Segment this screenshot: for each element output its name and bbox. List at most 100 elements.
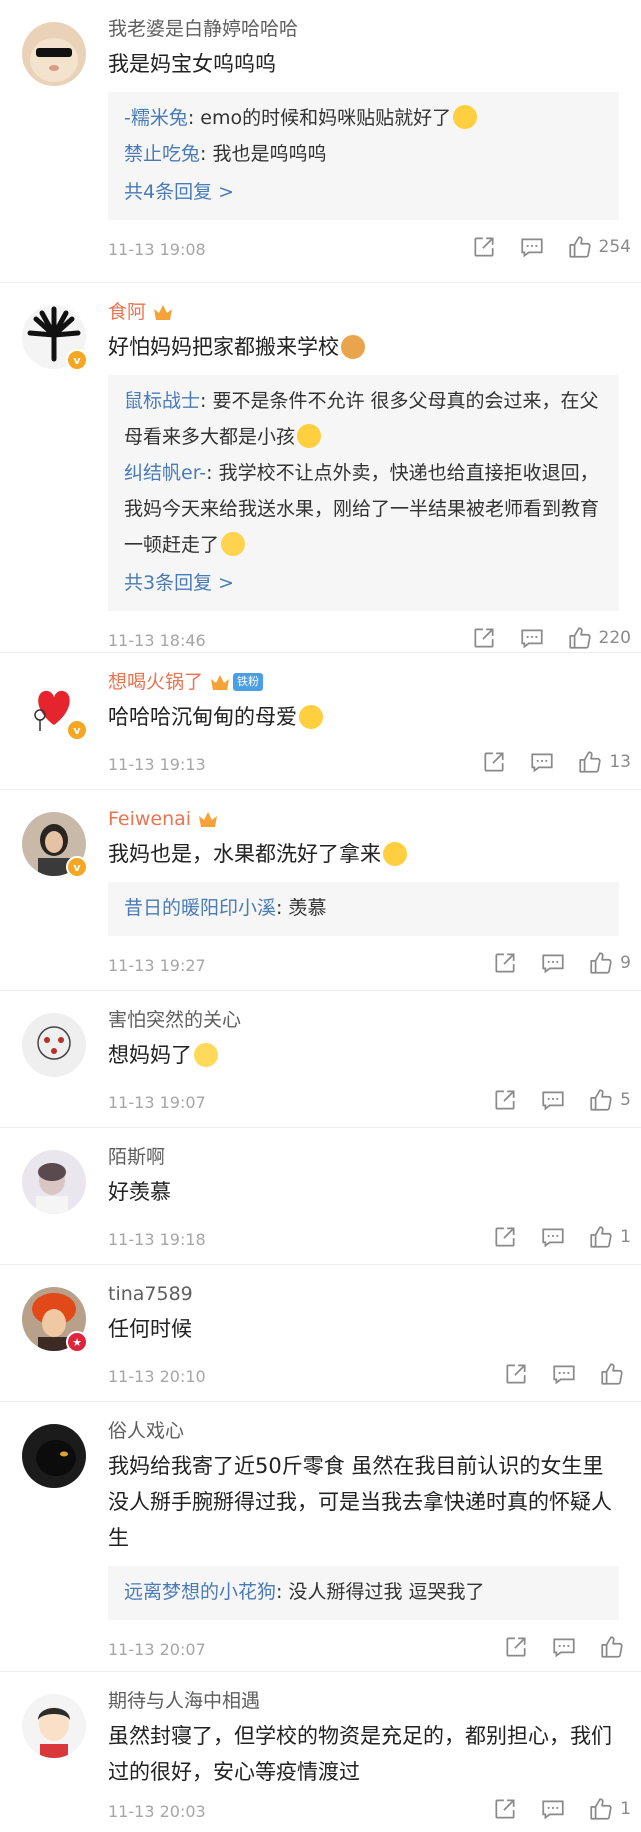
reply-username[interactable]: 鼠标战士 [124, 390, 200, 412]
reply-box[interactable]: 远离梦想的小花狗: 没人掰得过我 逗哭我了 [108, 1566, 619, 1620]
doge-emoji-icon [341, 335, 365, 359]
avatar[interactable] [22, 1013, 86, 1077]
share-button[interactable] [481, 749, 507, 775]
reply-button[interactable] [529, 749, 555, 775]
thumbs-up-icon [590, 952, 612, 974]
share-button[interactable] [503, 1361, 529, 1387]
like-button[interactable]: 1 [588, 1224, 631, 1250]
reply-button[interactable] [551, 1361, 577, 1387]
verified-badge-icon: v [66, 719, 88, 741]
timestamp: 11-13 18:46 [108, 631, 206, 650]
reply-text: : 没人掰得过我 逗哭我了 [276, 1581, 485, 1603]
thumbs-up-icon [601, 1636, 623, 1658]
avatar[interactable] [22, 1150, 86, 1214]
avatar-drawing-image [22, 1013, 86, 1077]
reply-button[interactable] [551, 1634, 577, 1660]
comment-text: 好羡慕 [108, 1180, 171, 1204]
more-replies-link[interactable]: 共4条回复 > [124, 174, 603, 210]
reply-button[interactable] [540, 1224, 566, 1250]
share-icon [495, 1227, 515, 1247]
avatar[interactable] [22, 1424, 86, 1488]
avatar-cartoon-boy-image [22, 1694, 86, 1758]
reply-button[interactable] [519, 234, 545, 260]
username[interactable]: Feiwenai [108, 806, 641, 832]
comment-meta: 11-13 19:07 5 [108, 1081, 641, 1131]
reply-box[interactable]: 昔日的暖阳印小溪: 羡慕 [108, 882, 619, 936]
reply-username[interactable]: 昔日的暖阳印小溪 [124, 897, 276, 919]
reply-box[interactable]: 鼠标战士: 要不是条件不允许 很多父母真的会过来，在父母看来多大都是小孩 纠结帆… [108, 375, 619, 611]
reply-line: 纠结帆er-: 我学校不让点外卖，快递也给直接拒收退回，我妈今天来给我送水果，刚… [124, 455, 603, 563]
share-button[interactable] [492, 1796, 518, 1822]
sad-emoji-icon [194, 1043, 218, 1067]
more-replies-link[interactable]: 共3条回复 > [124, 565, 603, 601]
username[interactable]: 陌斯啊 [108, 1144, 641, 1170]
share-button[interactable] [471, 625, 497, 651]
thumbs-up-icon [590, 1798, 612, 1820]
comment-meta: 11-13 19:18 1 [108, 1218, 641, 1268]
username[interactable]: 期待与人海中相遇 [108, 1688, 641, 1714]
share-icon [495, 953, 515, 973]
like-count: 13 [609, 752, 631, 772]
like-button[interactable]: 5 [588, 1087, 631, 1113]
reply-box[interactable]: -糯米兔: emo的时候和妈咪贴贴就好了 禁止吃兔: 我也是呜呜呜 共4条回复 … [108, 92, 619, 220]
crying-emoji-icon [453, 105, 478, 129]
reply-username[interactable]: 禁止吃兔 [124, 143, 200, 165]
reply-button[interactable] [519, 625, 545, 651]
thumbs-up-icon [568, 236, 591, 258]
vip-crown-icon [211, 675, 230, 690]
action-bar: 5 [470, 1087, 631, 1113]
reply-button[interactable] [540, 1087, 566, 1113]
laughing-emoji-icon [297, 424, 322, 448]
share-button[interactable] [492, 950, 518, 976]
username[interactable]: 食阿 [108, 299, 641, 325]
like-button[interactable] [599, 1361, 631, 1387]
reply-button[interactable] [540, 950, 566, 976]
like-button[interactable]: 9 [588, 950, 631, 976]
avatar[interactable] [22, 1694, 86, 1758]
comment-text: 想妈妈了 [108, 1037, 641, 1073]
reply-username[interactable]: 远离梦想的小花狗 [124, 1581, 276, 1603]
comment-text: 好怕妈妈把家都搬来学校 [108, 329, 641, 365]
comment-icon [520, 629, 543, 649]
vip-crown-icon [154, 305, 173, 320]
comment-icon [553, 1365, 575, 1385]
like-button[interactable]: 1 [588, 1796, 631, 1822]
like-button[interactable] [599, 1634, 631, 1660]
username[interactable]: 我老婆是白静婷哈哈哈 [108, 16, 641, 42]
timestamp: 11-13 20:03 [108, 1802, 206, 1821]
reply-text: : 羡慕 [276, 897, 327, 919]
avatar[interactable] [22, 22, 86, 86]
comment-icon [542, 1091, 564, 1111]
username[interactable]: 想喝火锅了 铁粉 [108, 669, 641, 695]
username[interactable]: 俗人戏心 [108, 1418, 641, 1444]
share-icon [506, 1637, 526, 1657]
reply-username[interactable]: -糯米兔 [124, 107, 188, 129]
action-bar: 9 [470, 950, 631, 976]
timestamp: 11-13 20:10 [108, 1367, 206, 1386]
action-bar [481, 1361, 631, 1387]
comment-item: 期待与人海中相遇 虽然封寝了，但学校的物资是充足的，都别担心，我们过的很好，安心… [0, 1672, 641, 1832]
username[interactable]: 害怕突然的关心 [108, 1007, 641, 1033]
comment-feed: 我老婆是白静婷哈哈哈 我是妈宝女呜呜呜 -糯米兔: emo的时候和妈咪贴贴就好了… [0, 0, 641, 1832]
share-button[interactable] [471, 234, 497, 260]
comment-icon [553, 1638, 575, 1658]
like-button[interactable]: 220 [567, 625, 631, 651]
thumbs-up-icon [579, 751, 601, 773]
reply-line: 远离梦想的小花狗: 没人掰得过我 逗哭我了 [124, 1574, 603, 1610]
fan-tag-badge: 铁粉 [233, 673, 264, 691]
comment-icon [520, 238, 543, 258]
comment-meta: 11-13 20:03 1 [108, 1790, 641, 1832]
username[interactable]: tina7589 [108, 1281, 641, 1307]
share-button[interactable] [503, 1634, 529, 1660]
vip-crown-icon [199, 812, 218, 827]
like-button[interactable]: 254 [567, 234, 631, 260]
like-button[interactable]: 13 [577, 749, 631, 775]
comment-item: v 想喝火锅了 铁粉 哈哈哈沉甸甸的母爱 11-13 19:13 13 [0, 653, 641, 790]
share-button[interactable] [492, 1224, 518, 1250]
comment-icon [542, 1228, 564, 1248]
share-button[interactable] [492, 1087, 518, 1113]
reply-button[interactable] [540, 1796, 566, 1822]
reply-username[interactable]: 纠结帆er- [124, 462, 206, 484]
action-bar: 1 [470, 1796, 631, 1822]
comment-meta: 11-13 20:07 [108, 1628, 641, 1678]
